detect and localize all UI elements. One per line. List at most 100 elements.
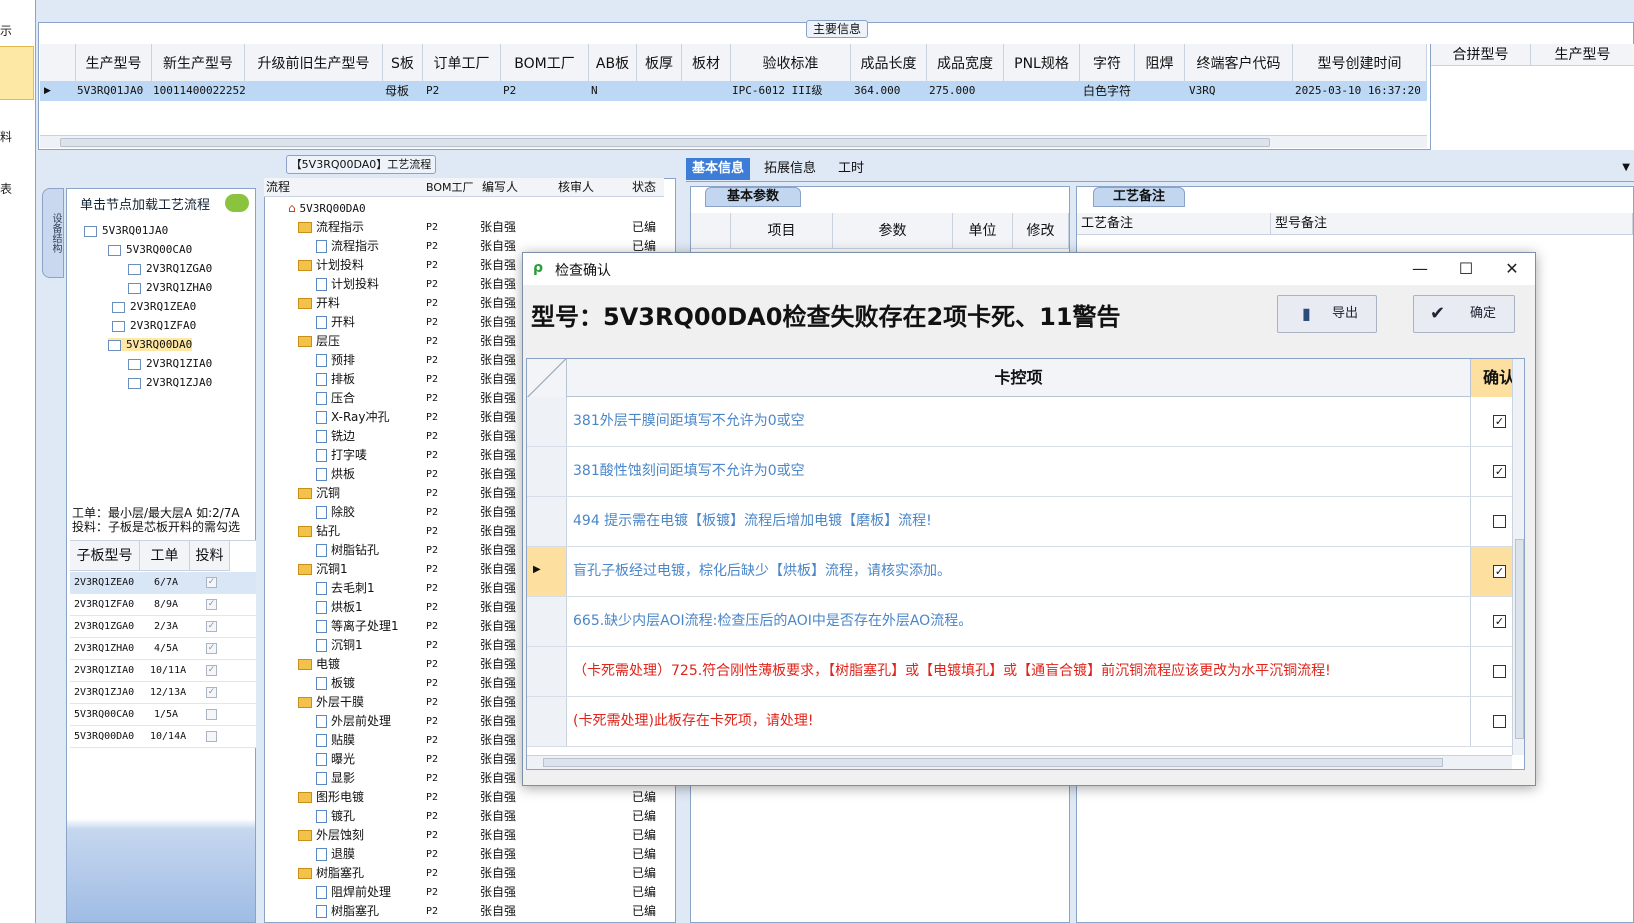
col-header[interactable]: 单位 <box>953 213 1013 249</box>
tree-node[interactable]: 5V3RQ01JA0 <box>84 224 168 237</box>
main-hscrollbar[interactable] <box>40 135 1427 148</box>
row-selector[interactable] <box>527 447 567 496</box>
close-icon[interactable]: ✕ <box>1489 253 1535 285</box>
col-header[interactable]: 子板型号 <box>70 541 140 571</box>
col-header[interactable]: 订单工厂 <box>423 44 501 84</box>
minimize-icon[interactable]: — <box>1397 253 1443 285</box>
confirm-checkbox[interactable] <box>1493 665 1506 678</box>
confirm-button[interactable]: ✔ 确定 <box>1413 295 1515 333</box>
row-selector[interactable] <box>527 597 567 646</box>
tab-worktime[interactable]: 工时 <box>832 158 870 180</box>
check-row[interactable]: ▶ 盲孔子板经过电镀，棕化后缺少【烘板】流程，请核实添加。 ✓ <box>527 547 1524 597</box>
tree-node[interactable]: 5V3RQ00CA0 <box>108 243 192 256</box>
col-header[interactable]: 项目 <box>731 213 833 249</box>
left-strip-selected[interactable] <box>0 46 34 100</box>
col-header[interactable]: AB板 <box>589 44 637 84</box>
flow-root[interactable]: ⌂ 5V3RQ00DA0 <box>264 199 664 218</box>
col-header[interactable]: 状态 <box>632 178 656 197</box>
col-header[interactable]: PNL规格 <box>1004 44 1080 84</box>
table-row[interactable]: 2V3RQ1ZGA0 2/3A ✓ <box>70 616 256 638</box>
row-selector[interactable] <box>527 647 567 696</box>
export-button[interactable]: ▮ 导出 <box>1277 295 1377 333</box>
col-header[interactable]: 型号创建时间 <box>1293 44 1427 84</box>
confirm-checkbox[interactable] <box>1493 515 1506 528</box>
col-header[interactable]: 升级前旧生产型号 <box>245 44 383 84</box>
feed-checkbox[interactable] <box>206 709 217 720</box>
feed-checkbox[interactable]: ✓ <box>206 687 217 698</box>
confirm-checkbox[interactable]: ✓ <box>1493 415 1506 428</box>
tree-node-selected[interactable]: 5V3RQ00DA0 <box>108 338 193 351</box>
chat-bubble-icon[interactable] <box>225 194 249 212</box>
flow-row[interactable]: 树脂塞孔 P2 张自强 已编 <box>264 864 664 883</box>
tab-ext-info[interactable]: 拓展信息 <box>758 158 822 180</box>
tree-node[interactable]: 2V3RQ1ZGA0 <box>128 262 212 275</box>
col-header[interactable]: 阻焊 <box>1135 44 1185 84</box>
tree-node[interactable]: 2V3RQ1ZJA0 <box>128 376 212 389</box>
feed-checkbox[interactable]: ✓ <box>206 665 217 676</box>
col-header[interactable]: 板厚 <box>637 44 682 84</box>
col-header[interactable]: 流程 <box>266 178 290 197</box>
check-row[interactable]: (卡死需处理)此板存在卡死项，请处理! <box>527 697 1512 747</box>
scroll-thumb[interactable] <box>543 758 1443 767</box>
tree-node[interactable]: 2V3RQ1ZHA0 <box>128 281 212 294</box>
confirm-checkbox[interactable]: ✓ <box>1493 615 1506 628</box>
table-row[interactable]: 5V3RQ00CA0 1/5A <box>70 704 256 726</box>
col-header[interactable]: 核审人 <box>558 178 594 197</box>
table-row[interactable]: 2V3RQ1ZIA0 10/11A ✓ <box>70 660 256 682</box>
tab-basic-params[interactable]: 基本参数 <box>705 187 801 207</box>
table-row[interactable]: 2V3RQ1ZJA0 12/13A ✓ <box>70 682 256 704</box>
feed-checkbox[interactable]: ✓ <box>206 599 217 610</box>
tab-process-notes[interactable]: 工艺备注 <box>1093 187 1185 207</box>
check-row[interactable]: 494 提示需在电镀【板镀】流程后增加电镀【磨板】流程! <box>527 497 1512 547</box>
col-header[interactable]: 生产型号 <box>76 44 152 84</box>
col-header[interactable]: S板 <box>383 44 423 84</box>
row-selector[interactable]: ▶ <box>527 547 567 596</box>
col-header[interactable]: 字符 <box>1080 44 1135 84</box>
col-header[interactable]: 投料 <box>190 541 230 571</box>
tree-node[interactable]: 2V3RQ1ZIA0 <box>128 357 212 370</box>
confirm-checkbox[interactable] <box>1493 715 1506 728</box>
col-header[interactable]: 新生产型号 <box>152 44 245 84</box>
col-header[interactable]: 工艺备注 <box>1077 213 1271 235</box>
col-header[interactable]: 生产型号 <box>1531 44 1634 66</box>
row-selector[interactable] <box>527 397 567 446</box>
col-header[interactable]: 验收标准 <box>731 44 851 84</box>
grid-vscrollbar[interactable] <box>1512 359 1524 755</box>
flow-row[interactable]: 流程指示 P2 张自强 已编 <box>264 218 664 237</box>
col-header[interactable]: 编写人 <box>482 178 518 197</box>
maximize-icon[interactable]: ☐ <box>1443 253 1489 285</box>
row-selector[interactable] <box>527 497 567 546</box>
row-selector[interactable] <box>527 697 567 746</box>
tree-node[interactable]: 2V3RQ1ZEA0 <box>112 300 196 313</box>
table-row[interactable]: 2V3RQ1ZEA0 6/7A ✓ <box>70 572 256 594</box>
table-row[interactable]: 5V3RQ00DA0 10/14A <box>70 726 256 748</box>
col-header-item[interactable]: 卡控项 <box>567 359 1470 397</box>
table-row[interactable]: 2V3RQ1ZFA0 8/9A ✓ <box>70 594 256 616</box>
table-row[interactable]: 2V3RQ1ZHA0 4/5A ✓ <box>70 638 256 660</box>
feed-checkbox[interactable]: ✓ <box>206 643 217 654</box>
col-header[interactable]: 板材 <box>682 44 731 84</box>
feed-checkbox[interactable]: ✓ <box>206 577 217 588</box>
col-header[interactable]: 合拼型号 <box>1431 44 1531 66</box>
col-header[interactable]: 型号备注 <box>1271 213 1633 235</box>
check-row[interactable]: （卡死需处理）725.符合刚性薄板要求，【树脂塞孔】或【电镀填孔】或【通盲合镀】… <box>527 647 1512 697</box>
col-header[interactable]: BOM工厂 <box>501 44 589 84</box>
col-header[interactable]: BOM工厂 <box>426 178 474 197</box>
dropdown-arrow-icon[interactable]: ▼ <box>1622 162 1630 173</box>
check-row[interactable]: 381酸性蚀刻间距填写不允许为0或空 ✓ <box>527 447 1512 497</box>
flow-row[interactable]: 阻焊前处理 P2 张自强 已编 <box>264 883 664 902</box>
feed-checkbox[interactable]: ✓ <box>206 621 217 632</box>
flow-row[interactable]: 退膜 P2 张自强 已编 <box>264 845 664 864</box>
scroll-thumb[interactable] <box>1515 539 1524 739</box>
flow-row[interactable]: 外层蚀刻 P2 张自强 已编 <box>264 826 664 845</box>
col-header[interactable]: 修改 <box>1013 213 1069 249</box>
flow-row[interactable]: 图形电镀 P2 张自强 已编 <box>264 788 664 807</box>
confirm-checkbox[interactable]: ✓ <box>1493 565 1506 578</box>
scroll-thumb[interactable] <box>60 138 1270 147</box>
col-header[interactable]: 工单 <box>140 541 190 571</box>
flow-row[interactable]: 树脂塞孔 P2 张自强 已编 <box>264 902 664 921</box>
confirm-checkbox[interactable]: ✓ <box>1493 465 1506 478</box>
col-header[interactable]: 终端客户代码 <box>1185 44 1293 84</box>
tree-node[interactable]: 2V3RQ1ZFA0 <box>112 319 196 332</box>
vertical-tab[interactable]: 设备结构 <box>42 188 64 278</box>
